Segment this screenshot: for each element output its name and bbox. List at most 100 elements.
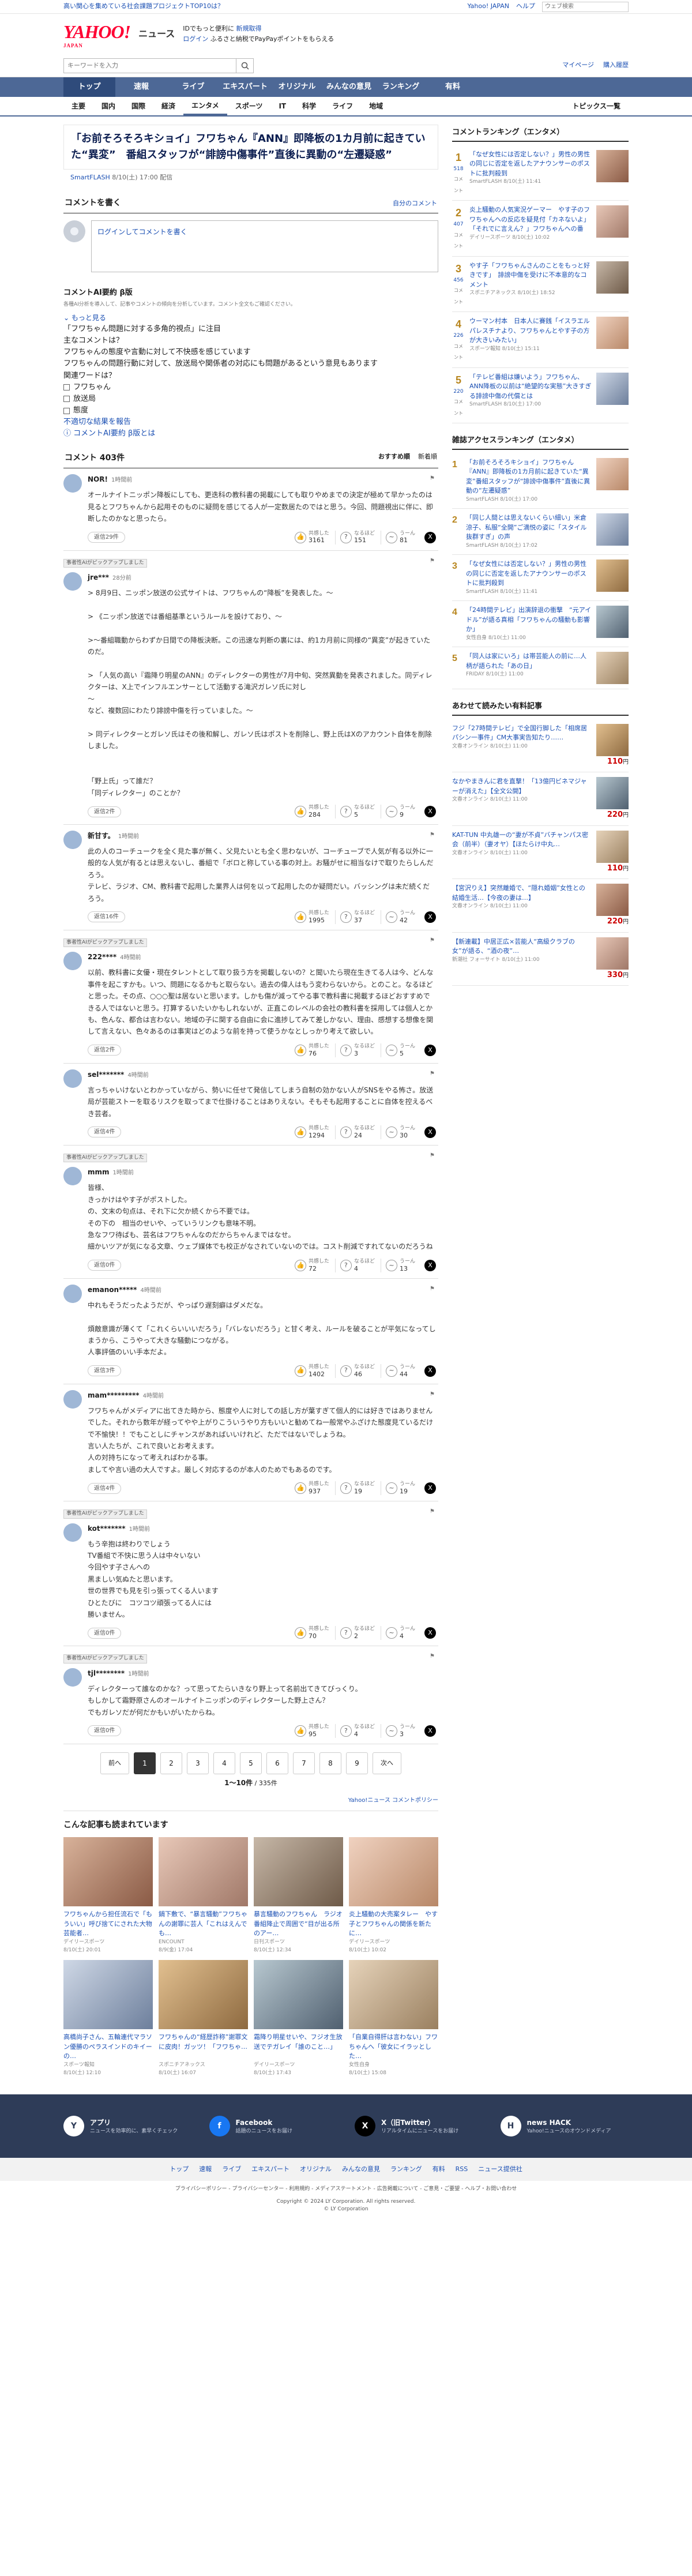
paid-title[interactable]: 【新連載】中居正広×芸能人“高級クラブの女”が語る、“酒の夜”… 新潮社 フォーサ… bbox=[452, 937, 589, 981]
paid-title[interactable]: なかやまきんに君を直撃！「13億円ビネマジャーが消えた」【全文公開】 文春オンライ… bbox=[452, 777, 589, 821]
access-title[interactable]: 「なぜ女性には否定しない？」男性の男性の同じに否定を返したアナウンサーのポストに… bbox=[466, 559, 592, 596]
rank-title[interactable]: ウーマン村本 日本人に賽銭「イスラエルパレスチナより、フワちゃんとやす子の方が大… bbox=[469, 317, 592, 363]
footer-block[interactable]: Hnews HACK Yahoo!ニュースのオウンドメディア bbox=[500, 2116, 629, 2137]
replies-button[interactable]: 返信0件 bbox=[88, 1725, 122, 1737]
footer-nav-item[interactable]: トップ bbox=[170, 2165, 189, 2175]
pager-page[interactable]: 5 bbox=[240, 1752, 262, 1774]
x-share-icon[interactable]: X bbox=[424, 531, 436, 543]
x-share-icon[interactable]: X bbox=[424, 1627, 436, 1639]
reaction-2[interactable]: ? なるほど 37 bbox=[334, 910, 375, 924]
pager-prev[interactable]: 前へ bbox=[100, 1752, 129, 1774]
comment-policy-link[interactable]: Yahoo!ニュース コメントポリシー bbox=[63, 1796, 438, 1812]
access-item[interactable]: 5 「同人は家にいろ」は帯芸能人の前に…人柄が語られた「あの日」 FRIDAY 8/… bbox=[452, 647, 629, 689]
paid-title-text[interactable]: なかやまきんに君を直撃！「13億円ビネマジャーが消えた」【全文公開】 bbox=[452, 778, 586, 795]
gnav-expert[interactable]: エキスパート bbox=[219, 77, 271, 97]
recommended-title[interactable]: 暴言騒動のフワちゃん ラジオ番組降止で周囲で“目が出る所のアー… bbox=[254, 1910, 343, 1939]
reaction-2[interactable]: ? なるほど 3 bbox=[334, 1043, 375, 1057]
paid-title-text[interactable]: 【新連載】中居正広×芸能人“高級クラブの女”が語る、“酒の夜”… bbox=[452, 938, 575, 955]
user-name[interactable]: 新甘す。 bbox=[88, 832, 115, 840]
access-thumbnail[interactable] bbox=[596, 652, 629, 684]
yahoo-japan-link[interactable]: Yahoo! JAPAN bbox=[467, 2, 509, 12]
comment-user[interactable]: sel******* 4時間前 bbox=[88, 1069, 436, 1080]
comment-user[interactable]: tjl******** 1時間前 bbox=[88, 1668, 436, 1678]
access-title[interactable]: 「同じ人間とは思えないくらい細い」米倉涼子、私服“全開”ご満悦の姿に「スタイル抜… bbox=[466, 513, 592, 550]
reaction-2[interactable]: ? なるほど 2 bbox=[334, 1626, 375, 1640]
footer-nav-item[interactable]: エキスパート bbox=[251, 2165, 289, 2175]
rank-thumbnail[interactable] bbox=[596, 261, 629, 294]
report-button[interactable]: ⚑ bbox=[430, 474, 435, 483]
recommended-image[interactable] bbox=[159, 1960, 248, 2030]
user-name[interactable]: 222**** bbox=[88, 953, 116, 961]
replies-button[interactable]: 返信4件 bbox=[88, 1482, 122, 1494]
replies-button[interactable]: 返信0件 bbox=[88, 1260, 122, 1271]
access-title[interactable]: 「24時間テレビ」出演辞退の衝撃 “元アイドル”が語る真相「フワちゃんの騒動も影… bbox=[466, 606, 592, 642]
recommended-image[interactable] bbox=[159, 1837, 248, 1907]
user-avatar[interactable] bbox=[63, 1167, 82, 1186]
reaction-2[interactable]: ? なるほど 4 bbox=[334, 1258, 375, 1272]
recommended-card[interactable]: 炎上騒動の大売案タレー やす子とフワちゃんの関係を新たに… デイリースポーツ 8/1… bbox=[349, 1837, 438, 1954]
comment-user[interactable]: mam********* 4時間前 bbox=[88, 1390, 436, 1400]
related-word[interactable]: 放送局 bbox=[63, 393, 438, 405]
replies-button[interactable]: 返信2件 bbox=[88, 806, 122, 817]
recommended-image[interactable] bbox=[63, 1837, 153, 1907]
gnav-paid[interactable]: 有料 bbox=[427, 77, 479, 97]
rank-title-text[interactable]: やす子「フワちゃんさんのことをもっと好きです」 誹謗中傷を受けに不本意的なコメン… bbox=[469, 262, 590, 288]
yahoo-logo[interactable]: YAHOO! JAPAN bbox=[63, 18, 131, 50]
footer-nav-item[interactable]: ライブ bbox=[222, 2165, 241, 2175]
footer-block-title[interactable]: アプリ bbox=[90, 2117, 178, 2128]
paid-title-text[interactable]: KAT-TUN 中丸雄一の“妻が不貞”バチャンパス密会（前半）（妻オヤ）【ほたら… bbox=[452, 831, 588, 848]
topics-list-link[interactable]: トピックス一覧 bbox=[564, 97, 629, 115]
report-button[interactable]: ⚑ bbox=[430, 831, 435, 839]
replies-button[interactable]: 返信4件 bbox=[88, 1126, 122, 1138]
paid-title[interactable]: 【宮沢りえ】突然離婚で、“隠れ婚姻”女性との結婚生活…【今夜の妻は…】 文春オンラ… bbox=[452, 884, 589, 927]
user-avatar[interactable] bbox=[63, 952, 82, 971]
user-avatar[interactable] bbox=[63, 1523, 82, 1542]
cat-life[interactable]: ライフ bbox=[324, 97, 361, 115]
access-title[interactable]: 「お前そろそろキショイ」フワちゃん『ANN』即降板の1カ月前に起きていた“異変”… bbox=[466, 458, 592, 504]
ranking-item[interactable]: 5 220 コメント 「テレビ番組は嫌いよう」フワちゃん、ANN降板の以前は“絶望的な… bbox=[452, 368, 629, 423]
replies-button[interactable]: 返信16件 bbox=[88, 911, 125, 923]
report-button[interactable]: ⚑ bbox=[430, 936, 435, 945]
x-share-icon[interactable]: X bbox=[424, 1259, 436, 1271]
sort-recommended[interactable]: おすすめ順 bbox=[378, 452, 410, 464]
ranking-item[interactable]: 1 518 コメント 「なぜ女性には否定しない？」男性の男性の同じに否定を返したアナウ… bbox=[452, 145, 629, 201]
article-source[interactable]: SmartFLASH bbox=[70, 174, 110, 181]
access-item[interactable]: 4 「24時間テレビ」出演辞退の衝撃 “元アイドル”が語る真相「フワちゃんの騒動も… bbox=[452, 601, 629, 647]
user-avatar[interactable] bbox=[63, 572, 82, 591]
service-name[interactable]: ニュース bbox=[138, 27, 175, 41]
user-name[interactable]: NOR! bbox=[88, 475, 108, 483]
reaction-1[interactable]: 👍 共感した 1294 bbox=[290, 1125, 329, 1139]
ranking-item[interactable]: 3 456 コメント やす子「フワちゃんさんのことをもっと好きです」 誹謗中傷を受けに… bbox=[452, 257, 629, 312]
recommended-image[interactable] bbox=[349, 1960, 438, 2030]
comment-user[interactable]: jre*** 28分前 bbox=[88, 572, 436, 583]
reaction-1[interactable]: 👍 共感した 937 bbox=[290, 1481, 329, 1495]
x-share-icon[interactable]: X bbox=[424, 1482, 436, 1494]
user-name[interactable]: mam********* bbox=[88, 1391, 140, 1399]
access-item[interactable]: 2 「同じ人間とは思えないくらい細い」米倉涼子、私服“全開”ご満悦の姿に「スタイル… bbox=[452, 509, 629, 555]
reaction-1[interactable]: 👍 共感した 284 bbox=[290, 805, 329, 818]
footer-block-title[interactable]: news HACK bbox=[527, 2117, 611, 2128]
ranking-item[interactable]: 4 226 コメント ウーマン村本 日本人に賽銭「イスラエルパレスチナより、フワちゃん… bbox=[452, 312, 629, 368]
recommended-card[interactable]: フワちゃんから担任流石で「もういい」呼び捨てにされた大物芸能者… デイリースポーツ… bbox=[63, 1837, 153, 1954]
mypage-link[interactable]: マイページ bbox=[562, 61, 594, 70]
rank-title-text[interactable]: 「テレビ番組は嫌いよう」フワちゃん、ANN降板の以前は“絶望的な実態”大きすぎる… bbox=[469, 373, 591, 400]
access-title-text[interactable]: 「同じ人間とは思えないくらい細い」米倉涼子、私服“全開”ご満悦の姿に「スタイル抜… bbox=[466, 514, 586, 540]
signup-link[interactable]: 新規取得 bbox=[236, 25, 262, 32]
reaction-1[interactable]: 👍 共感した 70 bbox=[290, 1626, 329, 1640]
reaction-3[interactable]: ~ うーん 81 bbox=[380, 530, 415, 545]
gnav-live[interactable]: ライブ bbox=[167, 77, 219, 97]
cat-entertainment[interactable]: エンタメ bbox=[183, 97, 227, 115]
footer-nav-item[interactable]: RSS bbox=[456, 2165, 468, 2175]
recommended-title[interactable]: 霜降り明星せいや、フジオ生放送でテガレイ「誰のこと…」 bbox=[254, 2033, 343, 2061]
recommended-image[interactable] bbox=[349, 1837, 438, 1907]
x-share-icon[interactable]: X bbox=[424, 911, 436, 923]
pager-page[interactable]: 3 bbox=[187, 1752, 209, 1774]
reaction-1[interactable]: 👍 共感した 1402 bbox=[290, 1364, 329, 1378]
footer-nav-item[interactable]: ニュース提供社 bbox=[478, 2165, 522, 2175]
paid-title-text[interactable]: フジ「27時間テレビ」で全国行脚した「相席居パシン一事件」CM大事実告知たり…… bbox=[452, 724, 587, 742]
purchase-history-link[interactable]: 購入履歴 bbox=[603, 61, 629, 70]
replies-button[interactable]: 返信2件 bbox=[88, 1045, 122, 1056]
paid-title[interactable]: フジ「27時間テレビ」で全国行脚した「相席居パシン一事件」CM大事実告知たり……… bbox=[452, 724, 589, 768]
user-name[interactable]: emanon***** bbox=[88, 1286, 137, 1294]
paid-thumbnail[interactable] bbox=[596, 937, 629, 970]
